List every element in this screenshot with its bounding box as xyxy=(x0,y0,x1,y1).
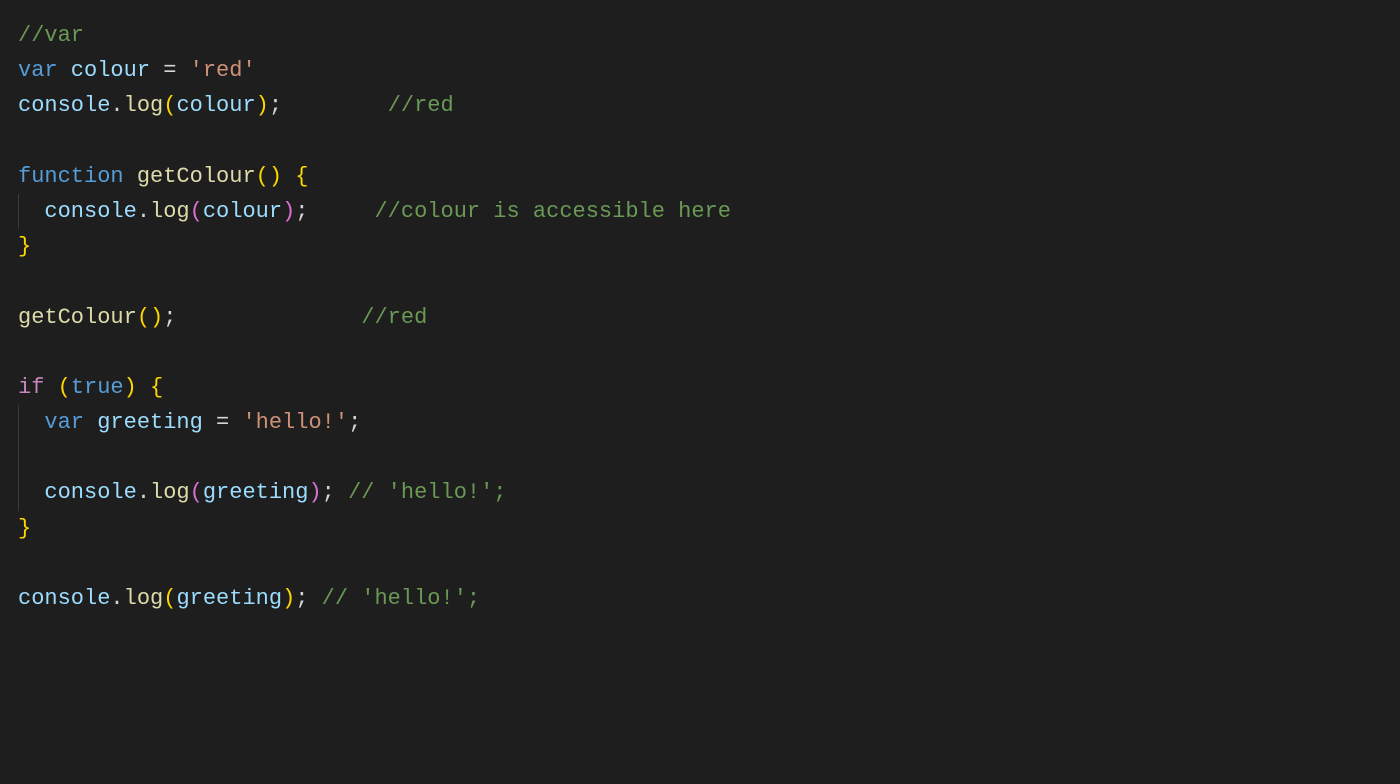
var-colour: colour xyxy=(58,58,164,83)
code-line-blank xyxy=(18,546,1382,581)
indent-guide xyxy=(18,405,19,440)
semicolon: ; xyxy=(163,305,176,330)
brace-open: { xyxy=(150,375,163,400)
code-line-blank xyxy=(18,124,1382,159)
comment-text: //red xyxy=(388,93,454,118)
semicolon: ; xyxy=(295,586,308,611)
paren-close: ) xyxy=(124,375,137,400)
semicolon: ; xyxy=(269,93,282,118)
keyword-var: var xyxy=(44,410,84,435)
padding xyxy=(282,93,388,118)
function-name: getColour xyxy=(124,164,256,189)
indent xyxy=(18,480,44,505)
code-line: } xyxy=(18,511,1382,546)
indent xyxy=(18,199,44,224)
space xyxy=(308,586,321,611)
paren-open: ( xyxy=(190,199,203,224)
comment-text: //red xyxy=(361,305,427,330)
var-greeting: greeting xyxy=(176,586,282,611)
dot: . xyxy=(137,480,150,505)
brace-close: } xyxy=(18,516,31,541)
dot: . xyxy=(110,586,123,611)
space xyxy=(44,375,57,400)
paren-open: ( xyxy=(256,164,269,189)
paren-close: ) xyxy=(150,305,163,330)
code-line: function getColour() { xyxy=(18,159,1382,194)
paren-close: ) xyxy=(256,93,269,118)
operator-equals: = xyxy=(216,410,242,435)
var-greeting: greeting xyxy=(203,480,309,505)
paren-open: ( xyxy=(163,93,176,118)
indent-guide xyxy=(18,194,19,229)
code-line: getColour(); //red xyxy=(18,300,1382,335)
indent xyxy=(18,410,44,435)
object-console: console xyxy=(44,480,136,505)
var-greeting: greeting xyxy=(84,410,216,435)
comment-text: // 'hello!'; xyxy=(348,480,506,505)
keyword-function: function xyxy=(18,164,124,189)
method-log: log xyxy=(150,199,190,224)
indent-guide xyxy=(18,475,19,510)
semicolon: ; xyxy=(348,410,361,435)
paren-open: ( xyxy=(58,375,71,400)
code-line: } xyxy=(18,229,1382,264)
dot: . xyxy=(110,93,123,118)
indent-guide xyxy=(18,440,19,475)
semicolon: ; xyxy=(322,480,335,505)
comment-text: // 'hello!'; xyxy=(322,586,480,611)
boolean-true: true xyxy=(71,375,124,400)
space xyxy=(137,375,150,400)
comment-text: //colour is accessible here xyxy=(374,199,730,224)
padding xyxy=(308,199,374,224)
space xyxy=(335,480,348,505)
paren-open: ( xyxy=(190,480,203,505)
space xyxy=(282,164,295,189)
comment-text: //var xyxy=(18,23,84,48)
code-line-blank xyxy=(18,335,1382,370)
padding xyxy=(176,305,361,330)
function-call: getColour xyxy=(18,305,137,330)
operator-equals: = xyxy=(163,58,189,83)
method-log: log xyxy=(124,586,164,611)
code-line: var greeting = 'hello!'; xyxy=(18,405,1382,440)
code-line: console.log(greeting); // 'hello!'; xyxy=(18,581,1382,616)
object-console: console xyxy=(18,93,110,118)
code-line-blank xyxy=(18,264,1382,299)
code-editor[interactable]: //var var colour = 'red' console.log(col… xyxy=(0,0,1400,634)
string-literal: 'red' xyxy=(190,58,256,83)
paren-close: ) xyxy=(282,586,295,611)
method-log: log xyxy=(150,480,190,505)
paren-close: ) xyxy=(282,199,295,224)
paren-close: ) xyxy=(269,164,282,189)
paren-open: ( xyxy=(137,305,150,330)
object-console: console xyxy=(18,586,110,611)
method-log: log xyxy=(124,93,164,118)
code-line: var colour = 'red' xyxy=(18,53,1382,88)
brace-open: { xyxy=(295,164,308,189)
code-line: console.log(colour); //red xyxy=(18,88,1382,123)
paren-close: ) xyxy=(308,480,321,505)
semicolon: ; xyxy=(295,199,308,224)
code-line: console.log(greeting); // 'hello!'; xyxy=(18,475,1382,510)
string-literal: 'hello!' xyxy=(242,410,348,435)
dot: . xyxy=(137,199,150,224)
var-colour: colour xyxy=(203,199,282,224)
paren-open: ( xyxy=(163,586,176,611)
var-colour: colour xyxy=(176,93,255,118)
brace-close: } xyxy=(18,234,31,259)
object-console: console xyxy=(44,199,136,224)
code-line: if (true) { xyxy=(18,370,1382,405)
keyword-var: var xyxy=(18,58,58,83)
keyword-if: if xyxy=(18,375,44,400)
code-line: //var xyxy=(18,18,1382,53)
code-line-blank xyxy=(18,440,1382,475)
code-line: console.log(colour); //colour is accessi… xyxy=(18,194,1382,229)
